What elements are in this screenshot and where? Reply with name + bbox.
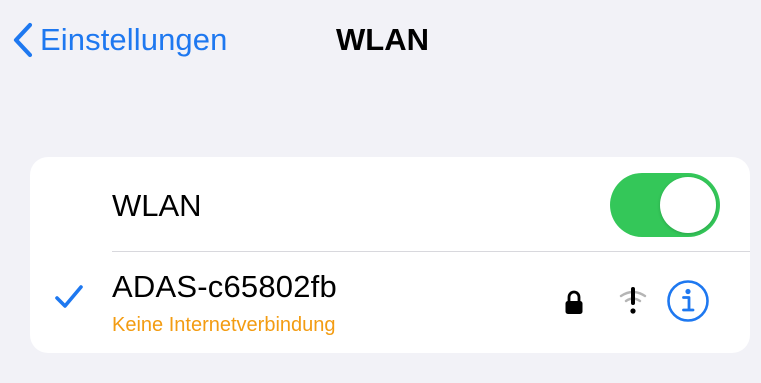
network-row[interactable]: ADAS-c65802fb Keine Internetverbindung: [30, 252, 750, 353]
navigation-bar: Einstellungen WLAN: [0, 0, 761, 80]
checkmark-icon: [54, 284, 84, 310]
wlan-settings-page: Einstellungen WLAN WLAN ADAS-c65802fb Ke…: [0, 0, 761, 383]
wlan-toggle-row: WLAN: [30, 157, 750, 251]
wifi-warning-icon: [618, 284, 648, 318]
wlan-settings-group: WLAN ADAS-c65802fb Keine Internetverbind…: [30, 157, 750, 353]
wlan-toggle-label: WLAN: [112, 188, 202, 223]
page-title: WLAN: [336, 22, 429, 57]
network-status: Keine Internetverbindung: [112, 314, 336, 336]
info-icon[interactable]: [666, 279, 710, 323]
wlan-toggle-switch[interactable]: [610, 173, 720, 237]
chevron-left-icon: [12, 22, 34, 58]
back-button[interactable]: Einstellungen: [12, 20, 227, 60]
network-name: ADAS-c65802fb: [112, 269, 337, 304]
toggle-knob: [660, 177, 716, 233]
lock-icon: [564, 290, 584, 316]
back-button-label: Einstellungen: [40, 22, 228, 57]
